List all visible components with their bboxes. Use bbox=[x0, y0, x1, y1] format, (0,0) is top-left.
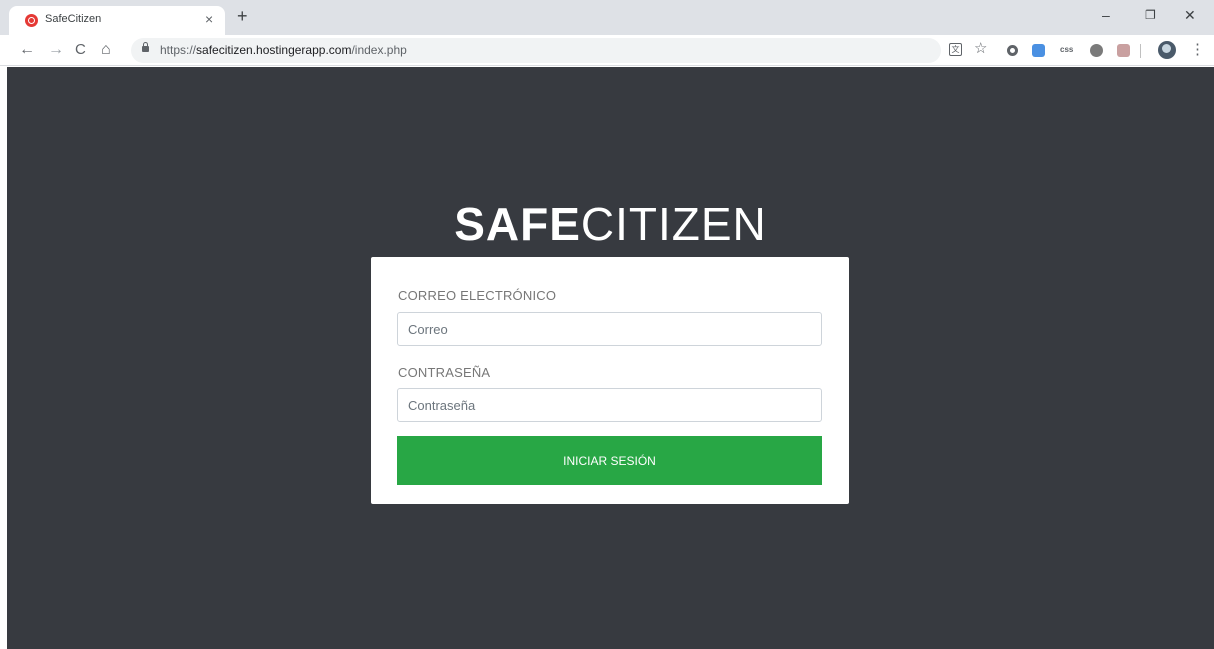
new-tab-button[interactable]: + bbox=[237, 7, 248, 25]
window-close-button[interactable]: ✕ bbox=[1184, 7, 1196, 23]
restore-button[interactable]: ❐ bbox=[1145, 7, 1156, 23]
lock-icon[interactable] bbox=[142, 42, 149, 52]
minimize-button[interactable]: – bbox=[1102, 7, 1110, 23]
tab-close-icon[interactable]: × bbox=[205, 11, 213, 27]
extension-css-icon[interactable]: css bbox=[1060, 45, 1078, 58]
email-label: CORREO ELECTRÓNICO bbox=[398, 288, 557, 303]
forward-icon[interactable]: → bbox=[48, 41, 64, 59]
extension-circle-icon[interactable] bbox=[1007, 45, 1018, 56]
home-icon[interactable]: ⌂ bbox=[101, 41, 111, 59]
login-button[interactable]: INICIAR SESIÓN bbox=[397, 436, 822, 485]
address-bar[interactable]: https://safecitizen.hostingerapp.com/ind… bbox=[131, 38, 941, 63]
url-host: safecitizen.hostingerapp.com bbox=[196, 43, 352, 57]
extension-translate-icon[interactable] bbox=[1032, 44, 1045, 57]
translate-icon[interactable]: 文 bbox=[949, 43, 962, 56]
back-icon[interactable]: ← bbox=[19, 41, 35, 59]
url-text[interactable]: https://safecitizen.hostingerapp.com/ind… bbox=[160, 43, 407, 57]
menu-icon[interactable]: ⋮ bbox=[1190, 41, 1205, 59]
browser-tab[interactable]: SafeCitizen × bbox=[9, 6, 225, 35]
password-field[interactable] bbox=[397, 388, 822, 422]
login-card: CORREO ELECTRÓNICO CONTRASEÑA INICIAR SE… bbox=[371, 257, 849, 504]
site-logo: SAFECITIZEN bbox=[7, 199, 1214, 249]
toolbar-divider bbox=[1140, 44, 1141, 58]
profile-avatar[interactable] bbox=[1158, 41, 1176, 59]
tab-strip: SafeCitizen × + – ❐ ✕ bbox=[0, 0, 1214, 35]
url-path: /index.php bbox=[351, 43, 407, 57]
email-field[interactable] bbox=[397, 312, 822, 346]
logo-thin: CITIZEN bbox=[580, 198, 767, 250]
url-scheme: https:// bbox=[160, 43, 197, 57]
extension-pdf-icon[interactable] bbox=[1117, 44, 1130, 57]
logo-bold: SAFE bbox=[454, 198, 581, 250]
favicon-icon bbox=[25, 14, 38, 27]
reload-icon[interactable]: C bbox=[75, 41, 86, 59]
browser-toolbar: ← → C ⌂ https://safecitizen.hostingerapp… bbox=[0, 35, 1214, 66]
extension-globe-icon[interactable] bbox=[1090, 44, 1103, 57]
tab-title: SafeCitizen bbox=[45, 13, 102, 25]
password-label: CONTRASEÑA bbox=[398, 365, 491, 380]
page-body: SAFECITIZEN CORREO ELECTRÓNICO CONTRASEÑ… bbox=[7, 67, 1214, 649]
bookmark-star-icon[interactable]: ☆ bbox=[974, 39, 987, 57]
